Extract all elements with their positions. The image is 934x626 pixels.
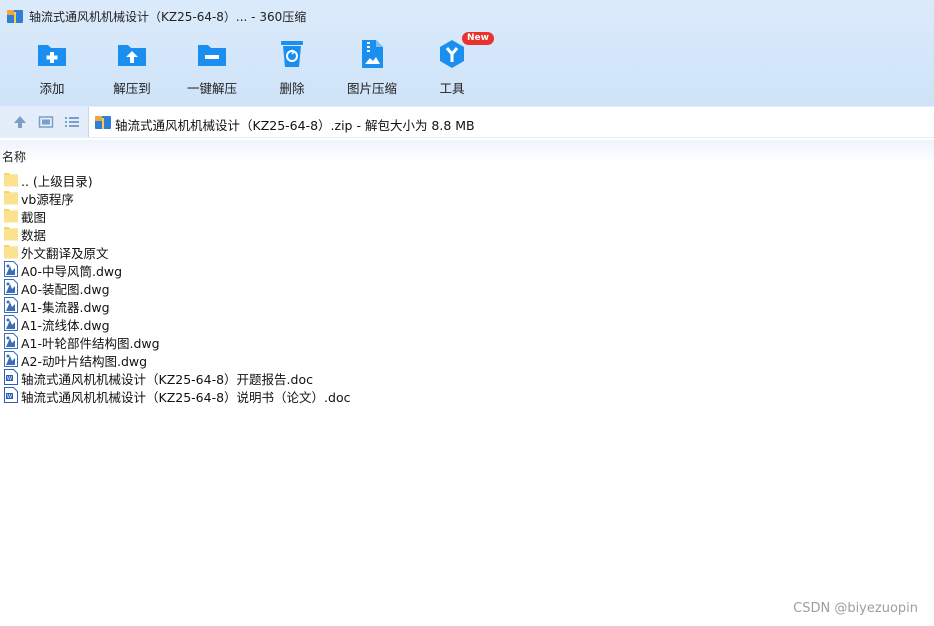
- folder-icon: [4, 225, 18, 241]
- list-item[interactable]: 截图: [0, 206, 934, 225]
- svg-text:W: W: [7, 376, 13, 382]
- file-rows: .. (上级目录) vb源程序 截图 数据 外文翻译及原文 A0-中导风筒.dwg A0-装…: [0, 170, 934, 405]
- tools-button[interactable]: New 工具: [412, 32, 494, 98]
- up-arrow-icon[interactable]: [12, 114, 28, 130]
- file-list: 名称 .. (上级目录) vb源程序 截图 数据 外文翻译及原文 A0-中导风筒.dwg A…: [0, 140, 934, 626]
- column-header-name[interactable]: 名称: [0, 140, 934, 164]
- list-item[interactable]: W 轴流式通风机机械设计（KZ25-64-8）说明书（论文）.doc: [0, 386, 934, 405]
- dwg-file-icon: [4, 279, 18, 295]
- extract-to-button[interactable]: 解压到: [92, 34, 172, 98]
- address-text: 轴流式通风机机械设计（KZ25-64-8）.zip - 解包大小为 8.8 MB: [115, 118, 475, 133]
- watermark: CSDN @biyezuopin: [793, 601, 918, 616]
- one-click-extract-icon: [196, 38, 228, 70]
- address-row: 轴流式通风机机械设计（KZ25-64-8）.zip - 解包大小为 8.8 MB: [0, 106, 934, 138]
- toolbar: 添加 解压到 一键解压 删除 图片压缩 New 工具: [0, 32, 934, 100]
- image-compress-label: 图片压缩: [346, 81, 397, 96]
- delete-button[interactable]: 删除: [252, 34, 332, 98]
- zip-file-icon: [95, 114, 111, 130]
- extract-to-icon: [116, 38, 148, 70]
- word-doc-icon: W: [4, 387, 18, 403]
- window-title: 轴流式通风机机械设计（KZ25-64-8）... - 360压缩: [29, 10, 307, 24]
- zip-app-icon: [7, 8, 23, 24]
- dwg-file-icon: [4, 261, 18, 277]
- list-item[interactable]: A1-集流器.dwg: [0, 296, 934, 315]
- folder-icon: [4, 243, 18, 259]
- list-item[interactable]: A0-中导风筒.dwg: [0, 260, 934, 279]
- list-item[interactable]: A1-流线体.dwg: [0, 314, 934, 333]
- list-item-name: 轴流式通风机机械设计（KZ25-64-8）说明书（论文）.doc: [21, 390, 351, 405]
- new-badge: New: [462, 32, 494, 45]
- list-item[interactable]: A0-装配图.dwg: [0, 278, 934, 297]
- delete-label: 删除: [279, 81, 305, 96]
- dwg-file-icon: [4, 315, 18, 331]
- list-item[interactable]: A1-叶轮部件结构图.dwg: [0, 332, 934, 351]
- address-bar[interactable]: 轴流式通风机机械设计（KZ25-64-8）.zip - 解包大小为 8.8 MB: [88, 107, 934, 137]
- dwg-file-icon: [4, 333, 18, 349]
- dwg-file-icon: [4, 351, 18, 367]
- column-name-label: 名称: [2, 150, 27, 164]
- one-click-extract-label: 一键解压: [186, 81, 237, 96]
- list-view-icon[interactable]: [64, 114, 80, 130]
- folder-icon: [4, 171, 18, 187]
- list-item[interactable]: W 轴流式通风机机械设计（KZ25-64-8）开题报告.doc: [0, 368, 934, 387]
- word-doc-icon: W: [4, 369, 18, 385]
- list-item[interactable]: 外文翻译及原文: [0, 242, 934, 261]
- add-button[interactable]: 添加: [12, 34, 92, 98]
- folder-icon: [4, 189, 18, 205]
- dwg-file-icon: [4, 297, 18, 313]
- thumbnail-view-icon[interactable]: [38, 114, 54, 130]
- extract-to-label: 解压到: [113, 81, 151, 96]
- image-compress-icon: [356, 38, 388, 70]
- add-label: 添加: [39, 81, 65, 96]
- list-item[interactable]: .. (上级目录): [0, 170, 934, 189]
- list-item[interactable]: vb源程序: [0, 188, 934, 207]
- tools-label: 工具: [439, 81, 465, 96]
- image-compress-button[interactable]: 图片压缩: [332, 34, 412, 98]
- folder-icon: [4, 207, 18, 223]
- list-item[interactable]: 数据: [0, 224, 934, 243]
- add-folder-icon: [36, 38, 68, 70]
- list-item[interactable]: A2-动叶片结构图.dwg: [0, 350, 934, 369]
- title-bar: 轴流式通风机机械设计（KZ25-64-8）... - 360压缩: [0, 0, 934, 30]
- svg-text:W: W: [7, 394, 13, 400]
- app-window: 轴流式通风机机械设计（KZ25-64-8）... - 360压缩 添加 解压到 …: [0, 0, 934, 626]
- one-click-extract-button[interactable]: 一键解压: [172, 34, 252, 98]
- recycle-bin-icon: [276, 38, 308, 70]
